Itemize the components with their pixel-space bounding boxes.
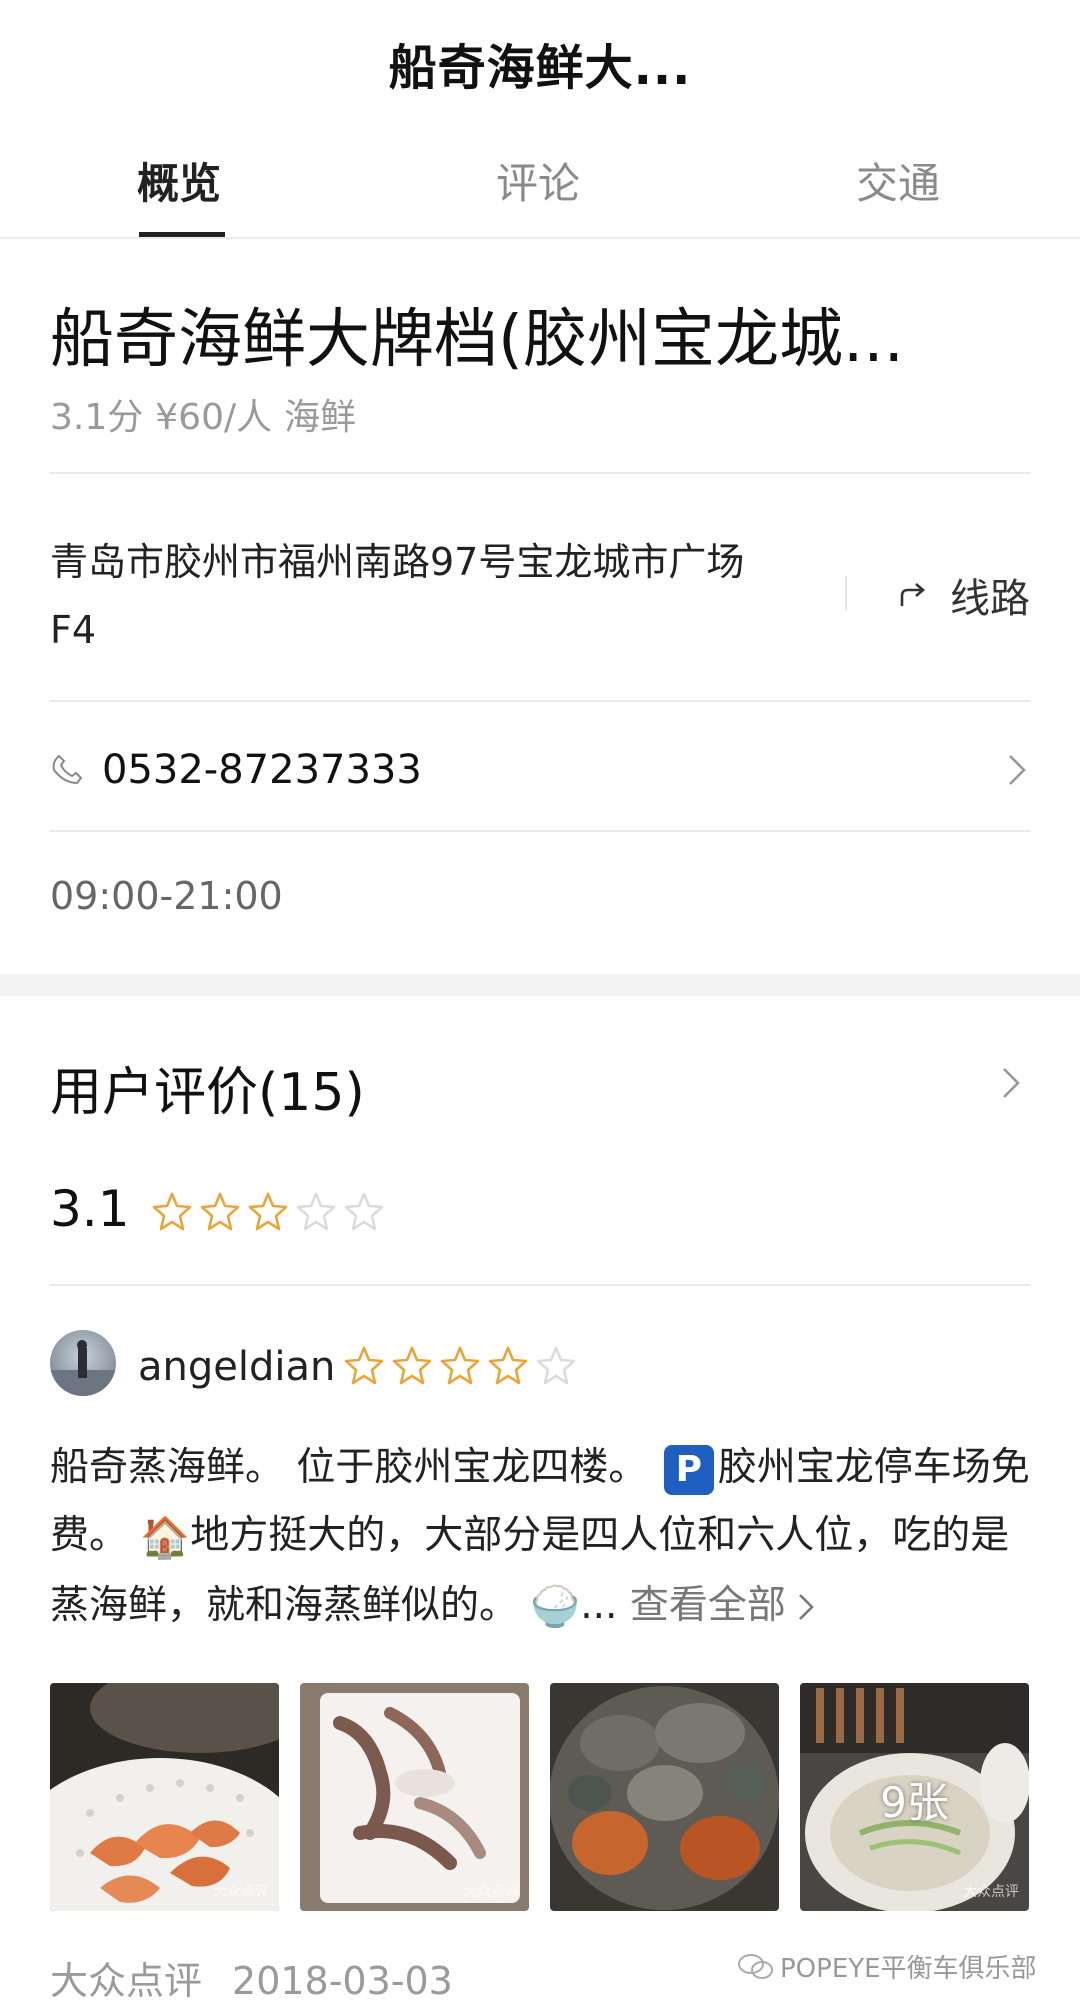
chevron-right-icon[interactable] [1000, 1065, 1024, 1101]
review-photo-seafood[interactable] [550, 1683, 779, 1911]
star-filled-icon [440, 1346, 480, 1385]
review-photo-squid[interactable]: 大众点评 [300, 1683, 529, 1911]
star-empty-icon [536, 1346, 576, 1385]
photo-watermark: 大众点评 [463, 1884, 519, 1900]
parking-icon: P [663, 1444, 714, 1495]
review-photo-more[interactable]: 9张 大众点评 [800, 1683, 1029, 1911]
photo-watermark: 大众点评 [963, 1884, 1019, 1900]
house-icon: 🏠 [140, 1514, 191, 1561]
photo-count: 9张 [880, 1778, 949, 1827]
star-filled-icon [488, 1346, 528, 1385]
tab-transport[interactable]: 交通 [856, 150, 940, 211]
tab-bar: 概览 评论 交通 [0, 140, 1080, 238]
star-filled-icon [200, 1192, 240, 1231]
view-all-link[interactable]: 查看全部 [630, 1583, 818, 1628]
phone-number: 0532-87237333 [102, 747, 422, 793]
review-date: 2018-03-03 [232, 1959, 453, 2003]
divider [50, 472, 1030, 474]
avatar[interactable] [50, 1330, 116, 1396]
phone-row[interactable]: 0532-87237333 [50, 740, 1030, 800]
reviews-title[interactable]: 用户评价(15) [50, 1050, 365, 1125]
place-category: 海鲜 [284, 397, 357, 438]
address[interactable]: 青岛市胶州市福州南路97号宝龙城市广场 F4 [50, 528, 820, 664]
review-photos: 大众点评 大众点评 9张 大众点评 [50, 1683, 1030, 1911]
review-ellipsis: ... [580, 1582, 618, 1628]
review-source-name: 大众点评 [50, 1959, 203, 2003]
opening-hours: 09:00-21:00 [50, 874, 283, 918]
squid-photo [300, 1683, 529, 1911]
overall-score: 3.1 [50, 1180, 130, 1238]
place-rating: 3.1分 [50, 397, 144, 438]
divider [50, 830, 1030, 832]
wechat-watermark: POPEYE平衡车俱乐部 [738, 1948, 1037, 1985]
route-button[interactable]: 线路 [898, 566, 1030, 624]
chevron-right-icon [798, 1594, 814, 1620]
seafood-photo [550, 1683, 779, 1911]
place-price: ¥60/人 [155, 397, 273, 438]
review-username[interactable]: angeldian [138, 1344, 335, 1390]
place-meta: 3.1分 ¥60/人 海鲜 [50, 388, 368, 440]
route-label: 线路 [950, 576, 1030, 622]
divider [50, 1284, 1030, 1286]
wechat-icon [738, 1953, 773, 1979]
review-text-part: 船奇蒸海鲜。 位于胶州宝龙四楼。 [50, 1445, 660, 1490]
review-text: 船奇蒸海鲜。 位于胶州宝龙四楼。 P 胶州宝龙停车场免费。 🏠地方挺大的，大部分是… [50, 1434, 1040, 1641]
review-photo-shrimp[interactable]: 大众点评 [50, 1683, 279, 1911]
vertical-separator [845, 576, 847, 610]
review-star-rating [342, 1344, 582, 1388]
watermark-text: POPEYE平衡车俱乐部 [780, 1954, 1037, 1984]
address-line-1: 青岛市胶州市福州南路97号宝龙城市广场 [50, 540, 745, 584]
route-arrow-icon [900, 583, 925, 606]
star-empty-icon [344, 1192, 384, 1231]
star-filled-icon [248, 1192, 288, 1231]
star-empty-icon [296, 1192, 336, 1231]
shrimp-photo [50, 1683, 279, 1911]
place-name: 船奇海鲜大牌档(胶州宝龙城... [50, 303, 904, 377]
review-source: 大众点评 2018-03-03 [50, 1950, 483, 2005]
rice-bowl-icon: 🍚 [530, 1584, 581, 1630]
tab-reviews[interactable]: 评论 [496, 150, 580, 211]
view-all-label: 查看全部 [629, 1582, 786, 1628]
section-gap [0, 974, 1080, 996]
tabs-divider [0, 237, 1080, 239]
star-filled-icon [152, 1192, 192, 1231]
photo-watermark: 大众点评 [213, 1884, 269, 1900]
star-filled-icon [392, 1346, 432, 1385]
phone-icon [52, 754, 83, 785]
divider [50, 700, 1030, 702]
tab-overview[interactable]: 概览 [137, 150, 221, 211]
chevron-right-icon [1009, 755, 1026, 785]
page-title: 船奇海鲜大... [388, 40, 692, 96]
overall-star-rating [150, 1190, 390, 1234]
avatar-photo [50, 1340, 116, 1396]
address-line-2: F4 [50, 608, 97, 652]
star-filled-icon [344, 1346, 384, 1385]
